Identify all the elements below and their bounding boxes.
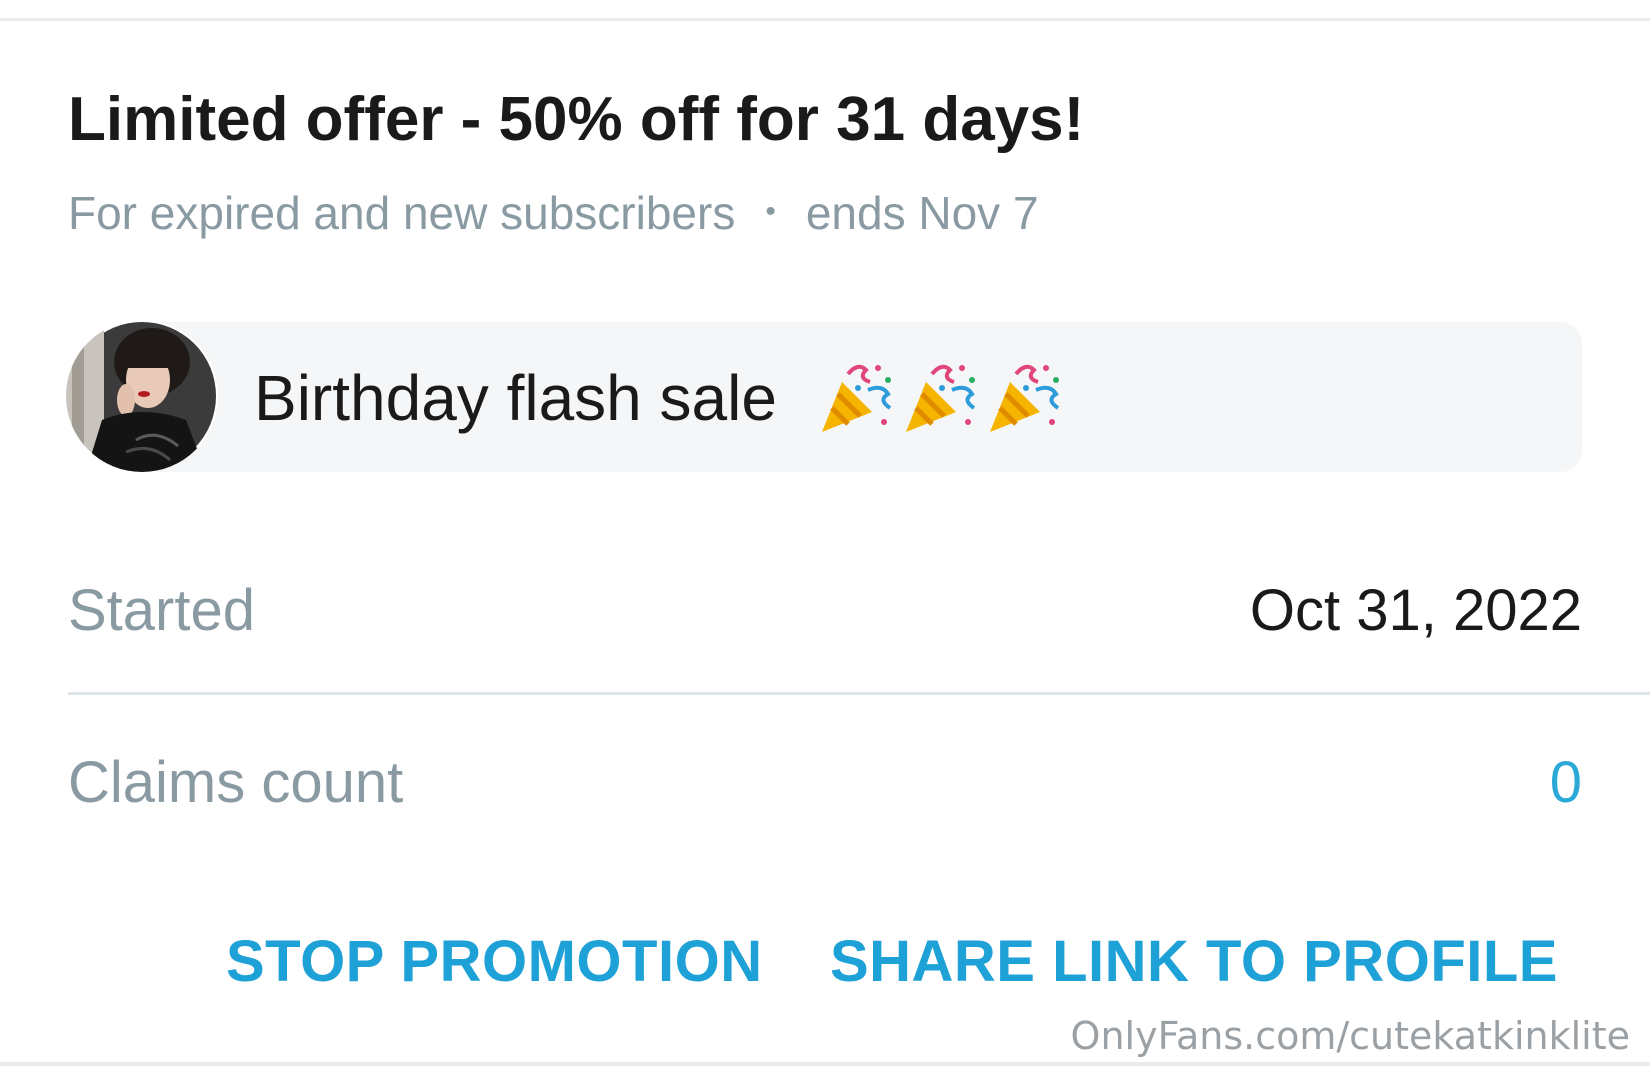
offer-end-date: ends Nov 7 bbox=[805, 187, 1039, 239]
bottom-divider bbox=[0, 1062, 1650, 1066]
stop-promotion-button[interactable]: STOP PROMOTION bbox=[226, 928, 763, 995]
watermark: OnlyFans.com/cutekatkinklite bbox=[1070, 1014, 1630, 1058]
claims-count-value[interactable]: 0 bbox=[1550, 749, 1582, 816]
claims-count-label: Claims count bbox=[68, 750, 404, 815]
offer-subtitle: For expired and new subscribers • ends Nov… bbox=[68, 186, 1039, 240]
offer-audience: For expired and new subscribers bbox=[68, 187, 736, 239]
avatar-image bbox=[66, 320, 216, 472]
top-divider bbox=[0, 18, 1650, 21]
avatar[interactable] bbox=[66, 320, 218, 472]
party-popper-icon bbox=[986, 360, 1062, 436]
row-divider bbox=[68, 692, 1650, 695]
started-value: Oct 31, 2022 bbox=[1249, 578, 1582, 643]
party-emojis bbox=[818, 360, 1062, 436]
share-link-to-profile-button[interactable]: SHARE LINK TO PROFILE bbox=[830, 928, 1558, 995]
started-label: Started bbox=[68, 578, 255, 643]
offer-title: Limited offer - 50% off for 31 days! bbox=[68, 85, 1085, 154]
party-popper-icon bbox=[902, 360, 978, 436]
promo-message-text: Birthday flash sale bbox=[254, 362, 777, 434]
separator-dot: • bbox=[765, 195, 776, 228]
party-popper-icon bbox=[818, 360, 894, 436]
